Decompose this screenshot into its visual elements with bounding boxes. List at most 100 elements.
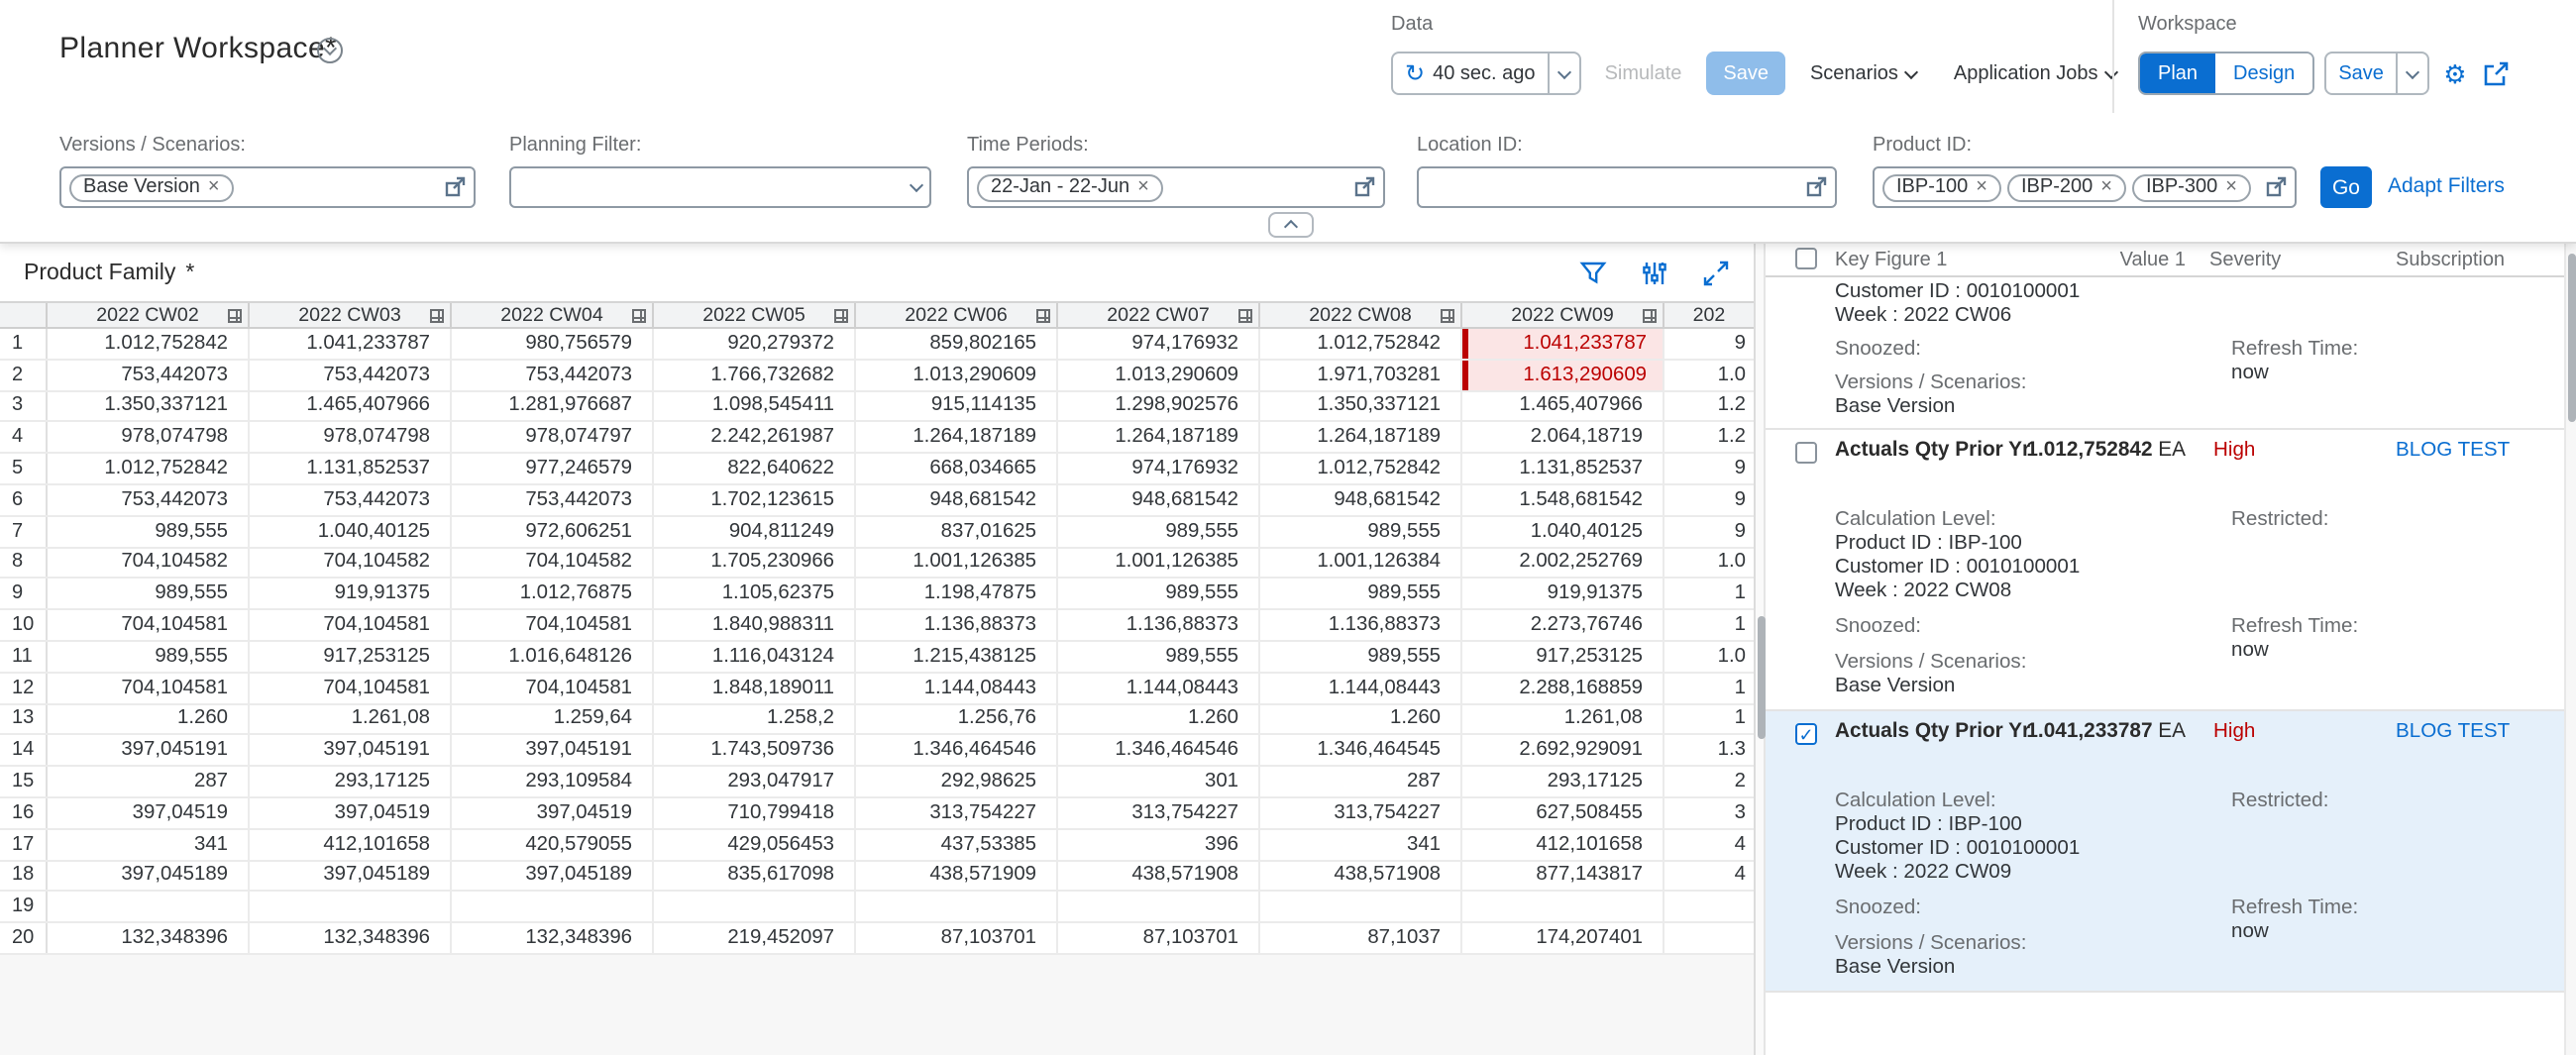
grid-cell[interactable]: 1.0 — [1664, 642, 1754, 672]
go-button[interactable]: Go — [2320, 166, 2372, 208]
grid-cell[interactable]: 668,034665 — [856, 454, 1058, 483]
grid-cell[interactable]: 1.001,126384 — [1260, 548, 1462, 578]
grid-cell[interactable]: 293,17125 — [250, 767, 452, 796]
grid-cell[interactable]: 974,176932 — [1058, 329, 1260, 359]
grid-cell[interactable]: 1.346,464546 — [856, 736, 1058, 766]
grid-cell[interactable]: 1.264,187189 — [1058, 423, 1260, 453]
grid-cell[interactable]: 1.465,407966 — [1462, 391, 1664, 421]
settings-gear-icon[interactable]: ⚙ — [2439, 57, 2471, 89]
grid-cell[interactable]: 1.256,76 — [856, 704, 1058, 734]
grid-cell[interactable]: 1.040,40125 — [1462, 517, 1664, 547]
token-remove-icon[interactable]: × — [208, 176, 220, 198]
grid-cell[interactable]: 293,047917 — [654, 767, 856, 796]
grid-cell[interactable] — [856, 893, 1058, 922]
grid-cell[interactable]: 978,074798 — [48, 423, 250, 453]
grid-cell[interactable]: 1.131,852537 — [1462, 454, 1664, 483]
grid-cell[interactable]: 1.260 — [1260, 704, 1462, 734]
grid-cell[interactable]: 1.258,2 — [654, 704, 856, 734]
column-grid-icon[interactable] — [1036, 309, 1050, 323]
grid-cell[interactable]: 704,104581 — [250, 610, 452, 640]
grid-cell[interactable]: 1 — [1664, 704, 1754, 734]
row-number[interactable]: 13 — [0, 704, 48, 734]
grid-cell[interactable]: 397,045189 — [452, 861, 654, 891]
row-number[interactable]: 19 — [0, 893, 48, 922]
time-periods-filter-input[interactable]: 22-Jan - 22-Jun× — [967, 166, 1385, 208]
grid-cell[interactable]: 292,98625 — [856, 767, 1058, 796]
value-help-icon[interactable] — [444, 176, 466, 198]
grid-cell[interactable]: 627,508455 — [1462, 798, 1664, 828]
grid-cell[interactable]: 877,143817 — [1462, 861, 1664, 891]
workspace-save-menu-button[interactable] — [2396, 53, 2427, 93]
grid-cell[interactable]: 1.012,752842 — [48, 329, 250, 359]
column-header[interactable]: 2022 CW09 — [1462, 303, 1664, 327]
row-number[interactable]: 14 — [0, 736, 48, 766]
token-product[interactable]: IBP-100× — [1882, 173, 2001, 201]
grid-cell[interactable] — [1664, 893, 1754, 922]
grid-cell[interactable]: 287 — [48, 767, 250, 796]
row-number[interactable]: 6 — [0, 485, 48, 515]
grid-cell[interactable]: 1.0 — [1664, 548, 1754, 578]
grid-cell[interactable]: 437,53385 — [856, 830, 1058, 860]
grid-cell[interactable]: 989,555 — [48, 642, 250, 672]
scrollbar-thumb[interactable] — [2567, 254, 2575, 422]
grid-cell[interactable]: 1.013,290609 — [1058, 361, 1260, 390]
grid-cell[interactable]: 87,1037 — [1260, 923, 1462, 953]
column-grid-icon[interactable] — [834, 309, 848, 323]
grid-cell[interactable]: 1.298,902576 — [1058, 391, 1260, 421]
row-number[interactable]: 7 — [0, 517, 48, 547]
plan-tab[interactable]: Plan — [2140, 53, 2215, 93]
grid-cell[interactable]: 1.260 — [1058, 704, 1260, 734]
column-header[interactable]: 202 — [1664, 303, 1754, 327]
grid-cell[interactable]: 980,756579 — [452, 329, 654, 359]
grid-cell[interactable]: 1.2 — [1664, 391, 1754, 421]
grid-cell[interactable]: 1.346,464546 — [1058, 736, 1260, 766]
grid-cell[interactable]: 1.136,88373 — [1260, 610, 1462, 640]
grid-cell[interactable]: 2.242,261987 — [654, 423, 856, 453]
grid-cell[interactable]: 1.281,976687 — [452, 391, 654, 421]
grid-cell[interactable]: 989,555 — [1260, 580, 1462, 609]
column-grid-icon[interactable] — [1643, 309, 1657, 323]
grid-cell[interactable]: 87,103701 — [1058, 923, 1260, 953]
grid-cell[interactable]: 972,606251 — [452, 517, 654, 547]
grid-cell[interactable]: 2.064,18719 — [1462, 423, 1664, 453]
grid-cell[interactable]: 989,555 — [48, 517, 250, 547]
grid-cell[interactable]: 1 — [1664, 580, 1754, 609]
grid-cell[interactable] — [1058, 893, 1260, 922]
column-header[interactable]: 2022 CW05 — [654, 303, 856, 327]
grid-cell[interactable]: 1.971,703281 — [1260, 361, 1462, 390]
grid-cell[interactable]: 989,555 — [1058, 517, 1260, 547]
row-number[interactable]: 15 — [0, 767, 48, 796]
grid-cell[interactable]: 1.198,47875 — [856, 580, 1058, 609]
grid-cell[interactable]: 341 — [1260, 830, 1462, 860]
grid-cell[interactable]: 1.105,62375 — [654, 580, 856, 609]
application-jobs-button[interactable]: Application Jobs — [1940, 52, 2130, 95]
token-product[interactable]: IBP-200× — [2007, 173, 2126, 201]
grid-cell[interactable]: 704,104581 — [452, 610, 654, 640]
grid-cell[interactable]: 1.136,88373 — [856, 610, 1058, 640]
alert-subscription-link[interactable]: BLOG TEST — [2396, 721, 2510, 745]
grid-cell[interactable]: 920,279372 — [654, 329, 856, 359]
grid-cell[interactable]: 1.260 — [48, 704, 250, 734]
column-grid-icon[interactable] — [228, 309, 242, 323]
grid-cell[interactable] — [250, 893, 452, 922]
grid-cell[interactable]: 397,045191 — [452, 736, 654, 766]
grid-cell-alert[interactable]: 1.613,290609 — [1462, 361, 1664, 390]
grid-cell[interactable]: 978,074798 — [250, 423, 452, 453]
grid-cell[interactable]: 396 — [1058, 830, 1260, 860]
token-remove-icon[interactable]: × — [2225, 176, 2237, 198]
grid-cell[interactable]: 341 — [48, 830, 250, 860]
grid-cell[interactable]: 397,04519 — [250, 798, 452, 828]
grid-cell[interactable]: 1.705,230966 — [654, 548, 856, 578]
grid-cell[interactable]: 859,802165 — [856, 329, 1058, 359]
grid-cell[interactable]: 1.041,233787 — [250, 329, 452, 359]
grid-cell[interactable]: 1.215,438125 — [856, 642, 1058, 672]
row-number[interactable]: 16 — [0, 798, 48, 828]
grid-cell[interactable]: 1.350,337121 — [1260, 391, 1462, 421]
token-remove-icon[interactable]: × — [2100, 176, 2112, 198]
collapse-filter-bar-button[interactable] — [1268, 212, 1314, 238]
grid-cell[interactable]: 293,109584 — [452, 767, 654, 796]
grid-cell[interactable]: 2 — [1664, 767, 1754, 796]
column-header[interactable]: 2022 CW07 — [1058, 303, 1260, 327]
design-tab[interactable]: Design — [2215, 53, 2312, 93]
row-number[interactable]: 5 — [0, 454, 48, 483]
